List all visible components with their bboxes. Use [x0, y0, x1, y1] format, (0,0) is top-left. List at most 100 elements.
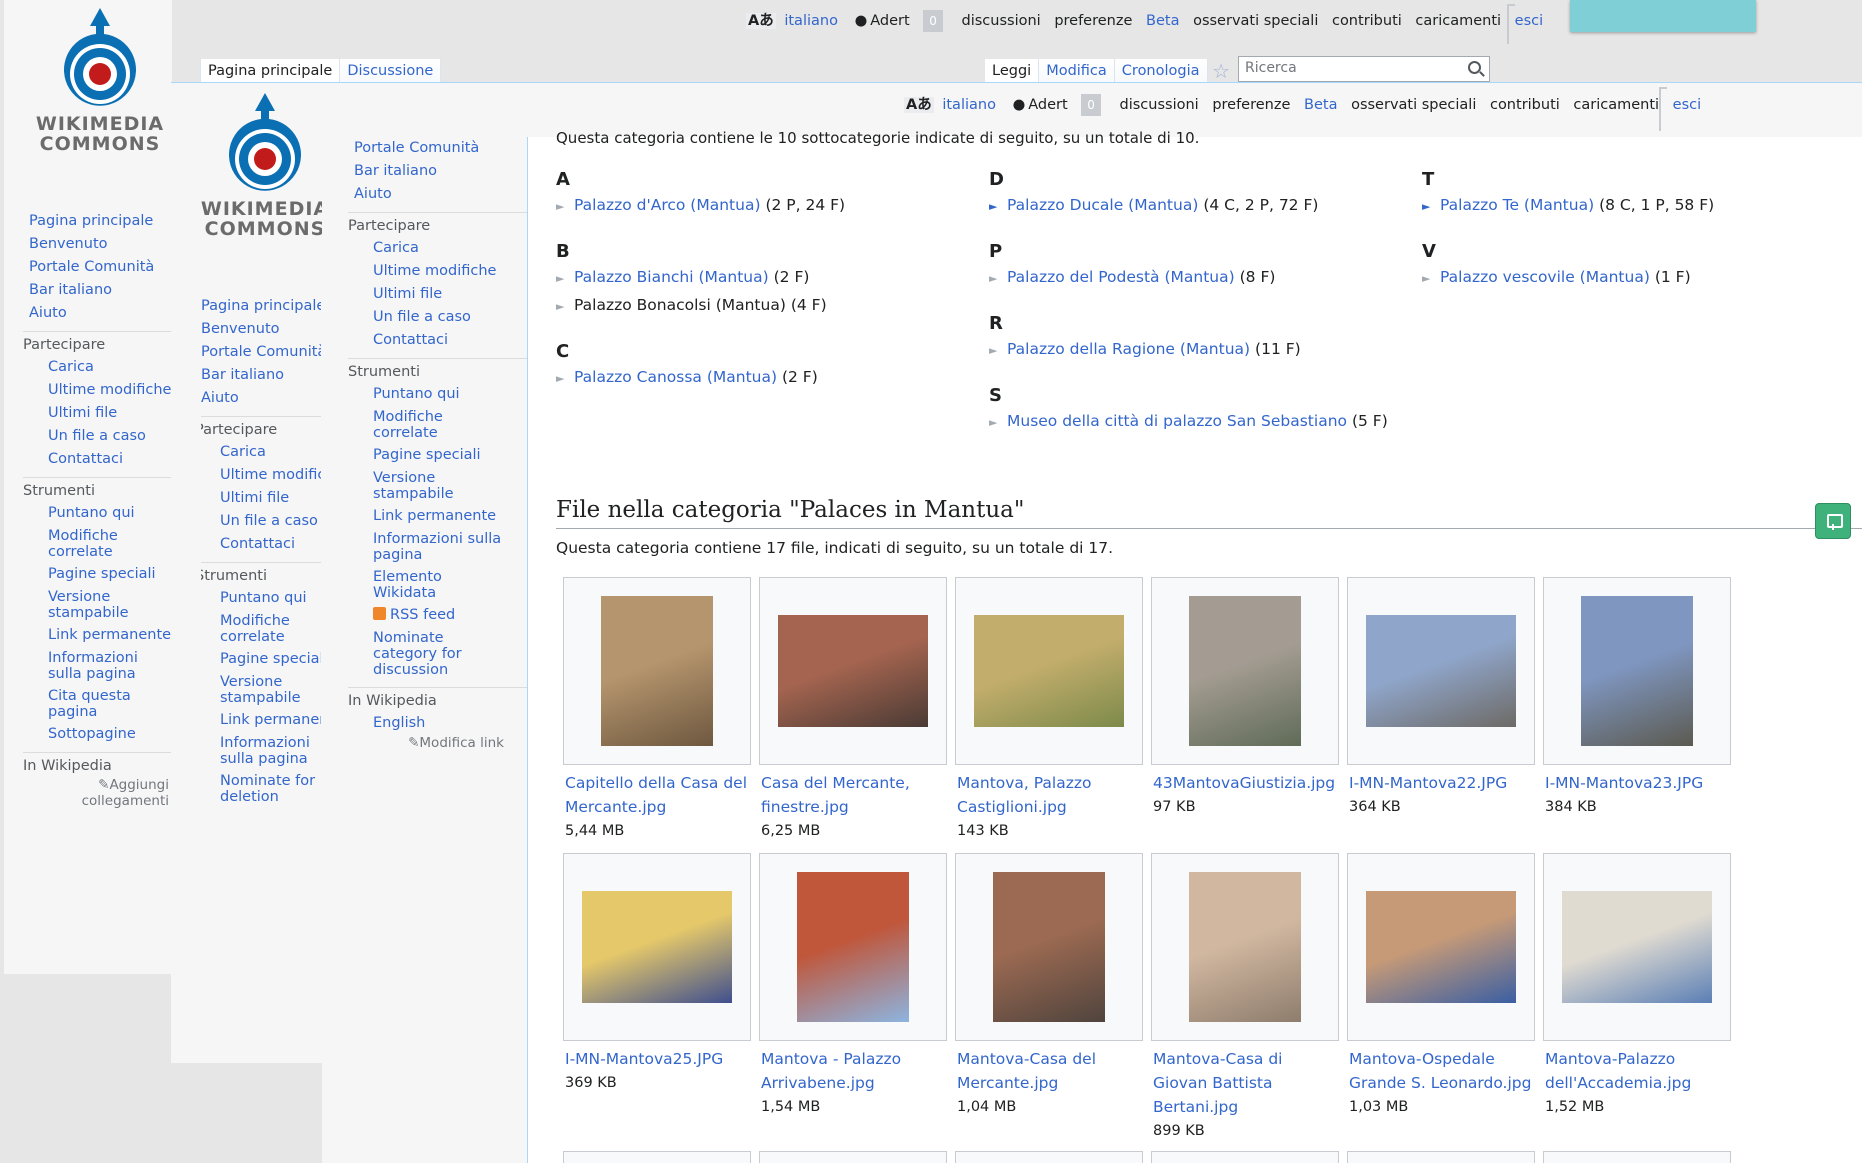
sidebar3-nav-help[interactable]: Aiuto: [354, 183, 534, 206]
gallery-thumbnail-frame[interactable]: [1543, 853, 1731, 1041]
sidebar3-contact[interactable]: Contattaci: [354, 329, 534, 352]
sidebar3-upload[interactable]: Carica: [354, 237, 534, 260]
subcat-link[interactable]: Palazzo vescovile (Mantua): [1440, 268, 1650, 286]
sidebar3-permalink[interactable]: Link permanente: [354, 505, 534, 528]
thumbnail-image[interactable]: [1581, 596, 1693, 746]
watch-star-icon[interactable]: ☆: [1212, 59, 1230, 83]
sidebar2-permalink[interactable]: Link permanente: [201, 709, 321, 732]
file-name-link[interactable]: I-MN-Mantova23.JPG: [1543, 765, 1731, 795]
gallery-thumbnail-frame[interactable]: [955, 577, 1143, 765]
gallery-thumbnail-frame[interactable]: [1151, 853, 1339, 1041]
gallery-thumbnail-frame[interactable]: [759, 577, 947, 765]
sidebar3-wikidata-item[interactable]: Elemento Wikidata: [354, 566, 504, 604]
language-link-2[interactable]: italiano: [942, 97, 996, 113]
sidebar3-page-info[interactable]: Informazioni sulla pagina: [354, 528, 504, 566]
sidebar2-nominate-deletion[interactable]: Nominate for deletion: [201, 770, 321, 808]
notifications-badge-2[interactable]: 0: [1081, 94, 1101, 116]
thumbnail-image[interactable]: [1189, 596, 1301, 746]
sidebar1-random-file[interactable]: Un file a caso: [29, 425, 172, 448]
expand-triangle-icon[interactable]: ►: [1422, 194, 1434, 220]
file-name-link[interactable]: Mantova - Palazzo Arrivabene.jpg: [759, 1041, 947, 1095]
logout-link[interactable]: esci: [1515, 13, 1543, 29]
collapsed-triangle-icon[interactable]: ►: [556, 366, 568, 392]
subcat-link[interactable]: Palazzo Te (Mantua): [1440, 196, 1594, 214]
talk-link-2[interactable]: discussioni: [1120, 97, 1199, 113]
thumbnail-image[interactable]: [1189, 872, 1301, 1022]
sidebar2-nav-portal[interactable]: Portale Comunità: [201, 341, 321, 364]
file-name-link[interactable]: 43MantovaGiustizia.jpg: [1151, 765, 1339, 795]
sidebar1-contact[interactable]: Contattaci: [29, 448, 172, 471]
sidebar2-nav-welcome[interactable]: Benvenuto: [201, 318, 321, 341]
thumbnail-image[interactable]: [797, 872, 909, 1022]
expand-triangle-icon[interactable]: ►: [989, 194, 1001, 220]
scrollbar-2[interactable]: [1659, 87, 1667, 131]
sidebar3-latest-files[interactable]: Ultimi file: [354, 283, 534, 306]
sidebar1-nav-portal[interactable]: Portale Comunità: [29, 256, 172, 279]
collapsed-triangle-icon[interactable]: ►: [989, 410, 1001, 436]
sidebar1-nav-welcome[interactable]: Benvenuto: [29, 233, 172, 256]
thumbnail-image[interactable]: [1366, 615, 1516, 727]
gallery-thumbnail-frame[interactable]: [955, 853, 1143, 1041]
gallery-thumbnail-frame[interactable]: [1347, 577, 1535, 765]
collapsed-triangle-icon[interactable]: ►: [556, 294, 568, 320]
sidebar2-contact[interactable]: Contattaci: [201, 533, 321, 556]
sidebar2-upload[interactable]: Carica: [201, 441, 321, 464]
sidebar3-nav-bar[interactable]: Bar italiano: [354, 160, 534, 183]
file-name-link[interactable]: Mantova, Palazzo Castiglioni.jpg: [955, 765, 1143, 819]
sidebar1-page-info[interactable]: Informazioni sulla pagina: [29, 647, 172, 685]
sidebar1-printable[interactable]: Versione stampabile: [29, 586, 172, 624]
watchlist-link[interactable]: osservati speciali: [1193, 13, 1318, 29]
sidebar2-recent-changes[interactable]: Ultime modifiche: [201, 464, 321, 487]
subcat-link[interactable]: Museo della città di palazzo San Sebasti…: [1007, 412, 1347, 430]
collapsed-triangle-icon[interactable]: ►: [556, 266, 568, 292]
thumbnail-image[interactable]: [601, 596, 713, 746]
preferences-link[interactable]: preferenze: [1054, 13, 1132, 29]
gallery-thumbnail-frame[interactable]: [563, 577, 751, 765]
sidebar3-nominate-discussion[interactable]: Nominate category for discussion: [354, 627, 484, 681]
translate-icon-2[interactable]: Aあ: [904, 97, 934, 113]
sidebar2-nav-help[interactable]: Aiuto: [201, 387, 321, 410]
file-name-link[interactable]: Mantova-Casa del Mercante.jpg: [955, 1041, 1143, 1095]
language-link[interactable]: italiano: [784, 13, 838, 29]
collapsed-triangle-icon[interactable]: ►: [556, 194, 568, 220]
sidebar2-latest-files[interactable]: Ultimi file: [201, 487, 321, 510]
sidebar2-page-info[interactable]: Informazioni sulla pagina: [201, 732, 321, 770]
thumbnail-image[interactable]: [993, 872, 1105, 1022]
gallery-thumbnail-frame-partial[interactable]: [1151, 1151, 1339, 1163]
sidebar1-related-changes[interactable]: Modifiche correlate: [29, 525, 172, 563]
contributions-link-2[interactable]: contributi: [1490, 97, 1560, 113]
preferences-link-2[interactable]: preferenze: [1212, 97, 1290, 113]
sidebar1-what-links-here[interactable]: Puntano qui: [29, 502, 172, 525]
sidebar1-latest-files[interactable]: Ultimi file: [29, 402, 172, 425]
file-name-link[interactable]: Mantova-Palazzo dell'Accademia.jpg: [1543, 1041, 1731, 1095]
file-name-link[interactable]: I-MN-Mantova25.JPG: [563, 1041, 751, 1071]
sidebar2-related-changes[interactable]: Modifiche correlate: [201, 610, 321, 648]
contributions-link[interactable]: contributi: [1332, 13, 1402, 29]
beta-link[interactable]: Beta: [1146, 13, 1179, 29]
file-name-link[interactable]: Mantova-Ospedale Grande S. Leonardo.jpg: [1347, 1041, 1535, 1095]
subcat-link[interactable]: Palazzo Ducale (Mantua): [1007, 196, 1198, 214]
gallery-thumbnail-frame[interactable]: [759, 853, 947, 1041]
sidebar1-recent-changes[interactable]: Ultime modifiche: [29, 379, 172, 402]
sidebar3-edit-links[interactable]: ✎Modifica link: [354, 735, 504, 751]
sidebar2-random-file[interactable]: Un file a caso: [201, 510, 321, 533]
user-link-2[interactable]: Adert: [1028, 97, 1067, 113]
sidebar1-special-pages[interactable]: Pagine speciali: [29, 563, 172, 586]
gallery-thumbnail-frame[interactable]: [1543, 577, 1731, 765]
notifications-badge[interactable]: 0: [923, 10, 943, 32]
talk-link[interactable]: discussioni: [962, 13, 1041, 29]
sidebar2-printable[interactable]: Versione stampabile: [201, 671, 321, 709]
sidebar3-random-file[interactable]: Un file a caso: [354, 306, 534, 329]
sidebar2-nav-main[interactable]: Pagina principale: [201, 295, 321, 318]
gallery-thumbnail-frame-partial[interactable]: [563, 1151, 751, 1163]
scrollbar-1[interactable]: [1507, 4, 1515, 44]
gallery-thumbnail-frame[interactable]: [1151, 577, 1339, 765]
sidebar1-permalink[interactable]: Link permanente: [29, 624, 172, 647]
sidebar3-nav-portal[interactable]: Portale Comunità: [354, 137, 534, 160]
uploads-link-2[interactable]: caricamenti: [1573, 97, 1659, 113]
sidebar1-nav-help[interactable]: Aiuto: [29, 302, 172, 325]
sidebar2-what-links-here[interactable]: Puntano qui: [201, 587, 321, 610]
beta-link-2[interactable]: Beta: [1304, 97, 1337, 113]
sidebar3-recent-changes[interactable]: Ultime modifiche: [354, 260, 534, 283]
thumbnail-image[interactable]: [582, 891, 732, 1003]
